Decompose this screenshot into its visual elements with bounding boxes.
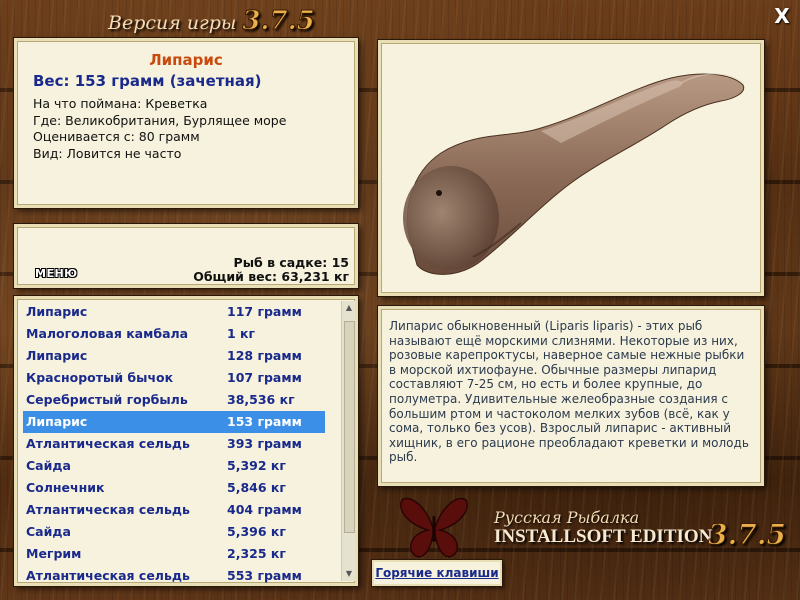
scroll-down-arrow-icon[interactable]: ▼ bbox=[342, 567, 355, 581]
list-item[interactable]: Мегрим 2,325 кг bbox=[23, 543, 325, 565]
scrollbar-thumb[interactable] bbox=[344, 321, 355, 533]
catch-fish-name: Атлантическая сельдь bbox=[26, 568, 190, 583]
butterfly-logo-icon bbox=[398, 490, 470, 562]
list-item[interactable]: Малоголовая камбала 1 кг bbox=[23, 323, 325, 345]
game-version-title: Версия игры 3.7.5 bbox=[108, 6, 315, 37]
catch-fish-name: Атлантическая сельдь bbox=[26, 436, 190, 451]
fish-description-panel: Липарис обыкновенный (Liparis liparis) -… bbox=[378, 306, 764, 486]
version-number: 3.7.5 bbox=[242, 6, 315, 37]
catch-fish-weight: 1 кг bbox=[227, 326, 256, 341]
list-item[interactable]: Липарис 117 грамм bbox=[23, 301, 325, 323]
catch-fish-weight: 2,325 кг bbox=[227, 546, 286, 561]
catch-fish-weight: 393 грамм bbox=[227, 436, 302, 451]
catch-fish-weight: 553 грамм bbox=[227, 568, 302, 583]
hotkeys-button[interactable]: Горячие клавиши bbox=[372, 560, 502, 586]
list-item[interactable]: Атлантическая сельдь 404 грамм bbox=[23, 499, 325, 521]
scroll-up-arrow-icon[interactable]: ▲ bbox=[342, 301, 355, 315]
catch-fish-name: Сайда bbox=[26, 524, 71, 539]
list-item[interactable]: Атлантическая сельдь 393 грамм bbox=[23, 433, 325, 455]
version-label: Версия игры bbox=[108, 12, 237, 34]
catch-list-panel: Липарис 117 грамм Малоголовая камбала 1 кг Л… bbox=[14, 296, 358, 586]
list-item[interactable]: Серебристый горбыль 38,536 кг bbox=[23, 389, 325, 411]
catch-fish-name: Мегрим bbox=[26, 546, 82, 561]
catch-fish-name: Солнечник bbox=[26, 480, 105, 495]
catch-fish-weight: 153 грамм bbox=[227, 414, 302, 429]
fish-info-panel: Липарис Вес: 153 грамм (зачетная) На что… bbox=[14, 38, 358, 208]
fish-details: На что поймана: Креветка Где: Великобрит… bbox=[33, 96, 286, 162]
cage-stats-panel: МЕНЮ Рыб в садке: 15 Общий вес: 63,231 к… bbox=[14, 224, 358, 288]
location-line: Где: Великобритания, Бурлящее море bbox=[33, 112, 287, 128]
catch-fish-name: Серебристый горбыль bbox=[26, 392, 188, 407]
list-item[interactable]: Сайда 5,392 кг bbox=[23, 455, 325, 477]
catch-fish-name: Липарис bbox=[26, 414, 88, 429]
catch-fish-name: Красноротый бычок bbox=[26, 370, 174, 385]
fish-image-panel bbox=[378, 40, 764, 296]
list-item[interactable]: Липарис 153 грамм bbox=[23, 411, 325, 433]
rarity-line: Вид: Ловится не часто bbox=[33, 145, 182, 161]
fish-name: Липарис bbox=[149, 51, 223, 69]
list-item[interactable]: Красноротый бычок 107 грамм bbox=[23, 367, 325, 389]
close-icon[interactable]: X bbox=[772, 6, 792, 26]
catch-fish-weight: 5,396 кг bbox=[227, 524, 286, 539]
fish-weight: Вес: 153 грамм (зачетная) bbox=[33, 72, 262, 90]
catch-fish-weight: 5,392 кг bbox=[227, 458, 286, 473]
catch-fish-weight: 117 грамм bbox=[227, 304, 302, 319]
catch-list: Липарис 117 грамм Малоголовая камбала 1 кг Л… bbox=[23, 301, 325, 583]
catch-fish-weight: 128 грамм bbox=[227, 348, 302, 363]
brand-version: 3.7.5 bbox=[708, 518, 787, 552]
bait-line: На что поймана: Креветка bbox=[33, 96, 208, 111]
catch-fish-name: Сайда bbox=[26, 458, 71, 473]
catch-fish-weight: 5,846 кг bbox=[227, 480, 286, 495]
brand-edition: INSTALLSOFT EDITION bbox=[494, 526, 713, 547]
catch-fish-weight: 404 грамм bbox=[227, 502, 302, 517]
catch-fish-weight: 38,536 кг bbox=[227, 392, 295, 407]
catch-fish-name: Малоголовая камбала bbox=[26, 326, 189, 341]
list-item[interactable]: Атлантическая сельдь 553 грамм bbox=[23, 565, 325, 583]
catch-fish-weight: 107 грамм bbox=[227, 370, 302, 385]
catch-list-scrollbar[interactable]: ▲ ▼ bbox=[341, 301, 355, 581]
menu-button[interactable]: МЕНЮ bbox=[35, 267, 78, 280]
list-item[interactable]: Липарис 128 грамм bbox=[23, 345, 325, 367]
list-item[interactable]: Солнечник 5,846 кг bbox=[23, 477, 325, 499]
list-item[interactable]: Сайда 5,396 кг bbox=[23, 521, 325, 543]
catch-fish-name: Липарис bbox=[26, 348, 88, 363]
total-weight: Общий вес: 63,231 кг bbox=[193, 269, 349, 284]
catch-fish-name: Липарис bbox=[26, 304, 88, 319]
score-threshold-line: Оценивается с: 80 грамм bbox=[33, 129, 200, 144]
fish-photo bbox=[403, 73, 745, 275]
catch-fish-name: Атлантическая сельдь bbox=[26, 502, 190, 517]
fish-in-cage-count: Рыб в садке: 15 bbox=[233, 255, 349, 270]
fish-description: Липарис обыкновенный (Liparis liparis) -… bbox=[389, 319, 749, 465]
brand-title: Русская Рыбалка bbox=[494, 508, 640, 527]
